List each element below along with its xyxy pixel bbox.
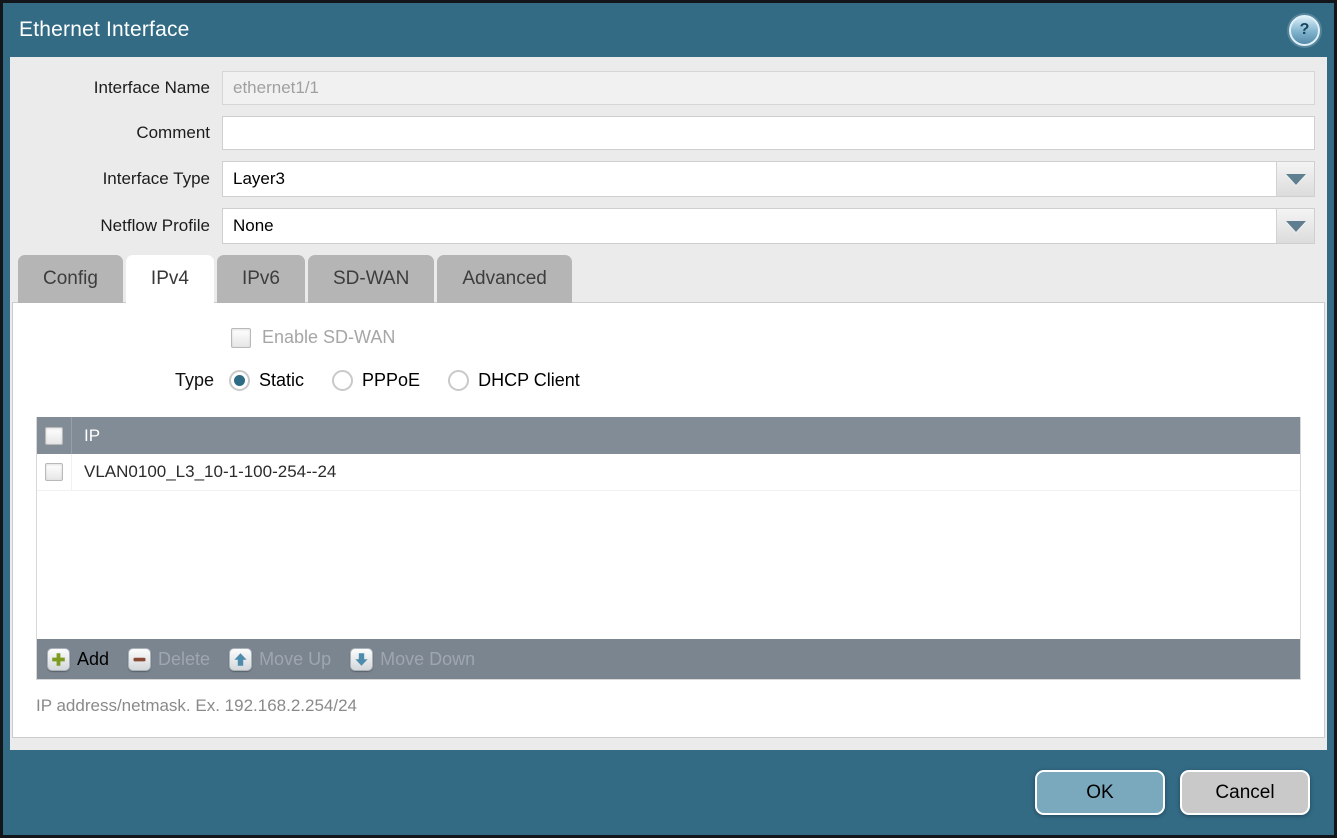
netflow-profile-select[interactable]: None bbox=[222, 208, 1315, 244]
netflow-profile-value: None bbox=[223, 209, 1276, 243]
enable-sdwan-label: Enable SD-WAN bbox=[262, 327, 395, 348]
row-checkbox[interactable] bbox=[45, 463, 63, 481]
ip-table: IP VLAN0100_L3_10-1-100-254--24 bbox=[36, 417, 1301, 680]
comment-row: Comment bbox=[22, 116, 1315, 150]
ethernet-interface-dialog: Ethernet Interface ? Interface Name Comm… bbox=[0, 0, 1337, 838]
tab-config[interactable]: Config bbox=[18, 255, 123, 303]
radio-button-icon bbox=[332, 370, 353, 391]
interface-name-row: Interface Name bbox=[22, 71, 1315, 105]
delete-button-label: Delete bbox=[158, 649, 210, 670]
row-check-cell bbox=[37, 454, 72, 490]
column-header-ip: IP bbox=[72, 417, 100, 454]
ip-table-body: VLAN0100_L3_10-1-100-254--24 bbox=[37, 454, 1300, 639]
help-icon[interactable]: ? bbox=[1289, 15, 1320, 46]
tab-advanced[interactable]: Advanced bbox=[437, 255, 572, 303]
move-up-button: Move Up bbox=[229, 648, 331, 671]
interface-name-field bbox=[222, 71, 1315, 105]
ok-button[interactable]: OK bbox=[1035, 770, 1165, 815]
interface-type-row: Interface Type Layer3 bbox=[22, 161, 1315, 197]
ip-format-hint: IP address/netmask. Ex. 192.168.2.254/24 bbox=[36, 696, 1324, 716]
dialog-body: Interface Name Comment Interface Type La… bbox=[10, 57, 1327, 750]
interface-type-label: Interface Type bbox=[22, 169, 222, 189]
enable-sdwan-row: Enable SD-WAN bbox=[231, 327, 1324, 348]
arrow-up-icon bbox=[229, 648, 252, 671]
ip-table-toolbar: Add Delete Move Up bbox=[37, 639, 1300, 679]
ip-cell: VLAN0100_L3_10-1-100-254--24 bbox=[72, 454, 336, 490]
radio-button-icon bbox=[448, 370, 469, 391]
netflow-profile-label: Netflow Profile bbox=[22, 216, 222, 236]
interface-type-dropdown-button[interactable] bbox=[1276, 162, 1314, 196]
radio-dhcp-client-label: DHCP Client bbox=[478, 370, 580, 391]
select-all-checkbox[interactable] bbox=[45, 427, 63, 445]
radio-static[interactable]: Static bbox=[229, 370, 304, 391]
ipv4-panel: Enable SD-WAN Type Static PPPoE DHCP Cli… bbox=[12, 302, 1325, 738]
table-row[interactable]: VLAN0100_L3_10-1-100-254--24 bbox=[37, 454, 1300, 491]
interface-type-value: Layer3 bbox=[223, 162, 1276, 196]
move-down-button: Move Down bbox=[350, 648, 475, 671]
dialog-title: Ethernet Interface bbox=[19, 18, 190, 42]
header-check-cell bbox=[37, 417, 72, 454]
tab-ipv4[interactable]: IPv4 bbox=[126, 255, 214, 303]
chevron-down-icon bbox=[1286, 174, 1306, 185]
plus-icon bbox=[47, 648, 70, 671]
type-row: Type Static PPPoE DHCP Client bbox=[13, 370, 1324, 391]
cancel-button[interactable]: Cancel bbox=[1180, 770, 1310, 815]
netflow-profile-row: Netflow Profile None bbox=[22, 208, 1315, 244]
tab-ipv6[interactable]: IPv6 bbox=[217, 255, 305, 303]
interface-type-select[interactable]: Layer3 bbox=[222, 161, 1315, 197]
chevron-down-icon bbox=[1286, 221, 1306, 232]
comment-label: Comment bbox=[22, 123, 222, 143]
radio-dhcp-client[interactable]: DHCP Client bbox=[448, 370, 580, 391]
netflow-profile-dropdown-button[interactable] bbox=[1276, 209, 1314, 243]
minus-icon bbox=[128, 648, 151, 671]
dialog-footer: OK Cancel bbox=[3, 750, 1334, 835]
radio-pppoe-label: PPPoE bbox=[362, 370, 420, 391]
interface-name-label: Interface Name bbox=[22, 78, 222, 98]
ip-table-header: IP bbox=[37, 417, 1300, 454]
radio-button-icon bbox=[229, 370, 250, 391]
tab-bar: Config IPv4 IPv6 SD-WAN Advanced bbox=[18, 255, 1327, 303]
move-up-button-label: Move Up bbox=[259, 649, 331, 670]
tab-sdwan[interactable]: SD-WAN bbox=[308, 255, 434, 303]
add-button-label: Add bbox=[77, 649, 109, 670]
type-label: Type bbox=[13, 370, 214, 391]
enable-sdwan-checkbox bbox=[231, 328, 251, 348]
add-button[interactable]: Add bbox=[47, 648, 109, 671]
delete-button: Delete bbox=[128, 648, 210, 671]
radio-static-label: Static bbox=[259, 370, 304, 391]
comment-field[interactable] bbox=[222, 116, 1315, 150]
move-down-button-label: Move Down bbox=[380, 649, 475, 670]
arrow-down-icon bbox=[350, 648, 373, 671]
titlebar: Ethernet Interface ? bbox=[3, 3, 1334, 57]
radio-pppoe[interactable]: PPPoE bbox=[332, 370, 420, 391]
